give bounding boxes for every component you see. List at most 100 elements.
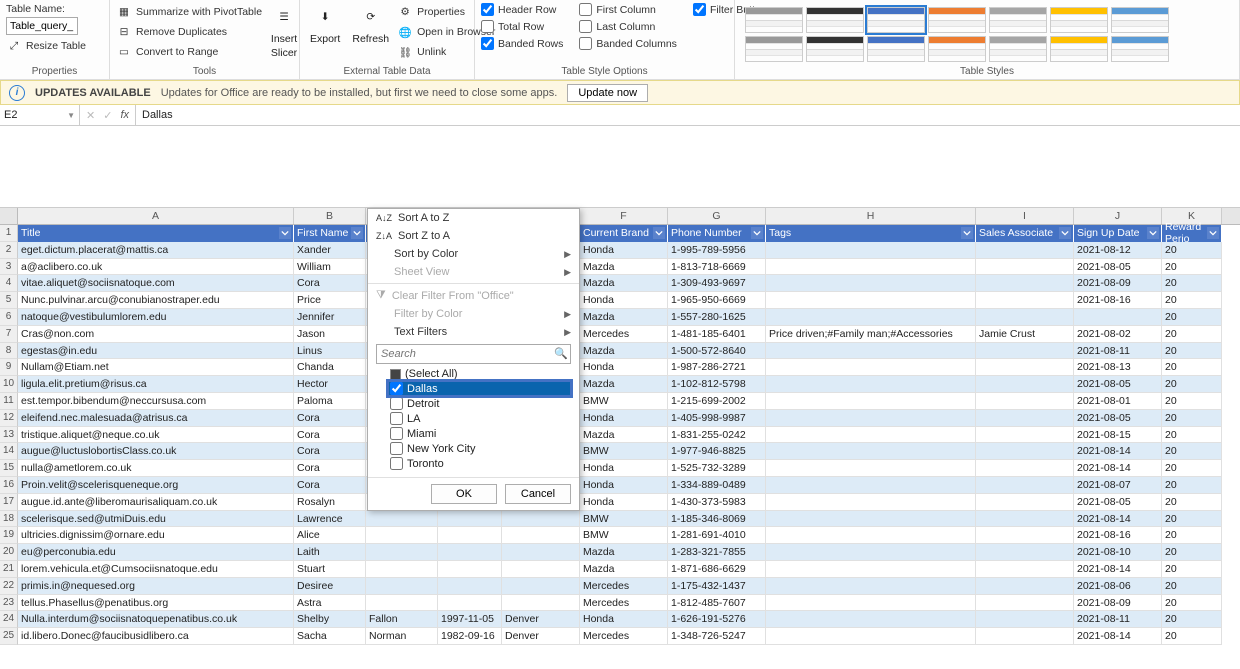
column-header[interactable]: H: [766, 208, 976, 224]
cell[interactable]: Mercedes: [580, 595, 668, 612]
cell[interactable]: 1-995-789-5956: [668, 242, 766, 259]
cell[interactable]: [438, 527, 502, 544]
cell[interactable]: 2021-08-05: [1074, 376, 1162, 393]
row-number[interactable]: 23: [0, 595, 18, 612]
cell[interactable]: 2021-08-05: [1074, 494, 1162, 511]
row-number[interactable]: 13: [0, 427, 18, 444]
formula-value[interactable]: Dallas: [136, 105, 1240, 125]
cell[interactable]: augue@luctuslobortisClass.co.uk: [18, 443, 294, 460]
filter-option[interactable]: LA: [388, 411, 571, 426]
cell[interactable]: [976, 611, 1074, 628]
column-header[interactable]: F: [580, 208, 668, 224]
cell[interactable]: 1-500-572-8640: [668, 343, 766, 360]
row-number[interactable]: 9: [0, 359, 18, 376]
cell[interactable]: 20: [1162, 611, 1222, 628]
cell[interactable]: 20: [1162, 477, 1222, 494]
style-swatch[interactable]: [928, 36, 986, 62]
cell[interactable]: Mazda: [580, 259, 668, 276]
table-header-cell[interactable]: Title: [18, 225, 294, 242]
cell[interactable]: 2021-08-14: [1074, 511, 1162, 528]
cell[interactable]: 2021-08-09: [1074, 275, 1162, 292]
table-header-cell[interactable]: Phone Number: [668, 225, 766, 242]
cell[interactable]: Nulla.interdum@sociisnatoquepenatibus.co…: [18, 611, 294, 628]
column-header[interactable]: J: [1074, 208, 1162, 224]
row-number[interactable]: 2: [0, 242, 18, 259]
name-box[interactable]: E2 ▼: [0, 105, 80, 125]
cell[interactable]: [766, 259, 976, 276]
cell[interactable]: 20: [1162, 259, 1222, 276]
cell[interactable]: 20: [1162, 427, 1222, 444]
row-number[interactable]: 3: [0, 259, 18, 276]
table-header-cell[interactable]: Current Brand: [580, 225, 668, 242]
row-number[interactable]: 20: [0, 544, 18, 561]
cell[interactable]: 20: [1162, 343, 1222, 360]
filter-option[interactable]: Toronto: [388, 456, 571, 471]
cell[interactable]: 20: [1162, 561, 1222, 578]
row-number[interactable]: 22: [0, 578, 18, 595]
cell[interactable]: Stuart: [294, 561, 366, 578]
filter-option[interactable]: Dallas: [388, 381, 571, 396]
cell[interactable]: Mercedes: [580, 578, 668, 595]
fx-button[interactable]: fx: [120, 109, 129, 121]
cell[interactable]: 2021-08-07: [1074, 477, 1162, 494]
cell[interactable]: Honda: [580, 292, 668, 309]
cell[interactable]: ligula.elit.pretium@risus.ca: [18, 376, 294, 393]
cell[interactable]: 20: [1162, 309, 1222, 326]
cell[interactable]: 1-965-950-6669: [668, 292, 766, 309]
filter-dropdown-icon[interactable]: [1059, 227, 1071, 239]
cell[interactable]: 1-987-286-2721: [668, 359, 766, 376]
row-number[interactable]: 19: [0, 527, 18, 544]
filter-option[interactable]: (Select All): [388, 367, 571, 381]
cell[interactable]: Mercedes: [580, 326, 668, 343]
cell[interactable]: [766, 595, 976, 612]
cell[interactable]: BMW: [580, 443, 668, 460]
cell[interactable]: Mazda: [580, 376, 668, 393]
cell[interactable]: Lawrence: [294, 511, 366, 528]
filter-option[interactable]: Miami: [388, 426, 571, 441]
cell[interactable]: 2021-08-16: [1074, 292, 1162, 309]
cell[interactable]: [366, 561, 438, 578]
cell[interactable]: Honda: [580, 410, 668, 427]
cell[interactable]: [976, 511, 1074, 528]
cell[interactable]: [976, 242, 1074, 259]
style-swatch[interactable]: [989, 7, 1047, 33]
cell[interactable]: 20: [1162, 595, 1222, 612]
cell[interactable]: [766, 359, 976, 376]
style-swatch[interactable]: [867, 7, 925, 33]
column-header[interactable]: B: [294, 208, 366, 224]
cell[interactable]: nulla@ametlorem.co.uk: [18, 460, 294, 477]
filter-dropdown-icon[interactable]: [751, 227, 763, 239]
style-swatch[interactable]: [745, 36, 803, 62]
first-col-checkbox[interactable]: First Column: [579, 3, 677, 16]
cell[interactable]: Mazda: [580, 309, 668, 326]
cell[interactable]: [766, 544, 976, 561]
cell[interactable]: BMW: [580, 511, 668, 528]
table-header-cell[interactable]: Reward Perio: [1162, 225, 1222, 242]
row-number[interactable]: 24: [0, 611, 18, 628]
cell[interactable]: [766, 611, 976, 628]
cell[interactable]: [976, 427, 1074, 444]
cell[interactable]: [766, 460, 976, 477]
table-name-input[interactable]: [6, 17, 78, 35]
cell[interactable]: 2021-08-14: [1074, 628, 1162, 645]
cell[interactable]: Sacha: [294, 628, 366, 645]
cell[interactable]: Alice: [294, 527, 366, 544]
banded-cols-checkbox[interactable]: Banded Columns: [579, 37, 677, 50]
ok-button[interactable]: OK: [431, 484, 497, 504]
cell[interactable]: 1-334-889-0489: [668, 477, 766, 494]
cell[interactable]: ultricies.dignissim@ornare.edu: [18, 527, 294, 544]
style-swatch[interactable]: [1050, 36, 1108, 62]
cell[interactable]: natoque@vestibulumlorem.edu: [18, 309, 294, 326]
cell[interactable]: Cora: [294, 477, 366, 494]
row-number[interactable]: 1: [0, 225, 18, 242]
cell[interactable]: [438, 595, 502, 612]
cell[interactable]: [1074, 309, 1162, 326]
cancel-icon[interactable]: ✕: [86, 109, 95, 122]
cell[interactable]: [366, 527, 438, 544]
cell[interactable]: 2021-08-01: [1074, 393, 1162, 410]
row-number[interactable]: 12: [0, 410, 18, 427]
cell[interactable]: tristique.aliquet@neque.co.uk: [18, 427, 294, 444]
cell[interactable]: est.tempor.bibendum@neccursusa.com: [18, 393, 294, 410]
cell[interactable]: [502, 595, 580, 612]
cell[interactable]: 2021-08-14: [1074, 460, 1162, 477]
